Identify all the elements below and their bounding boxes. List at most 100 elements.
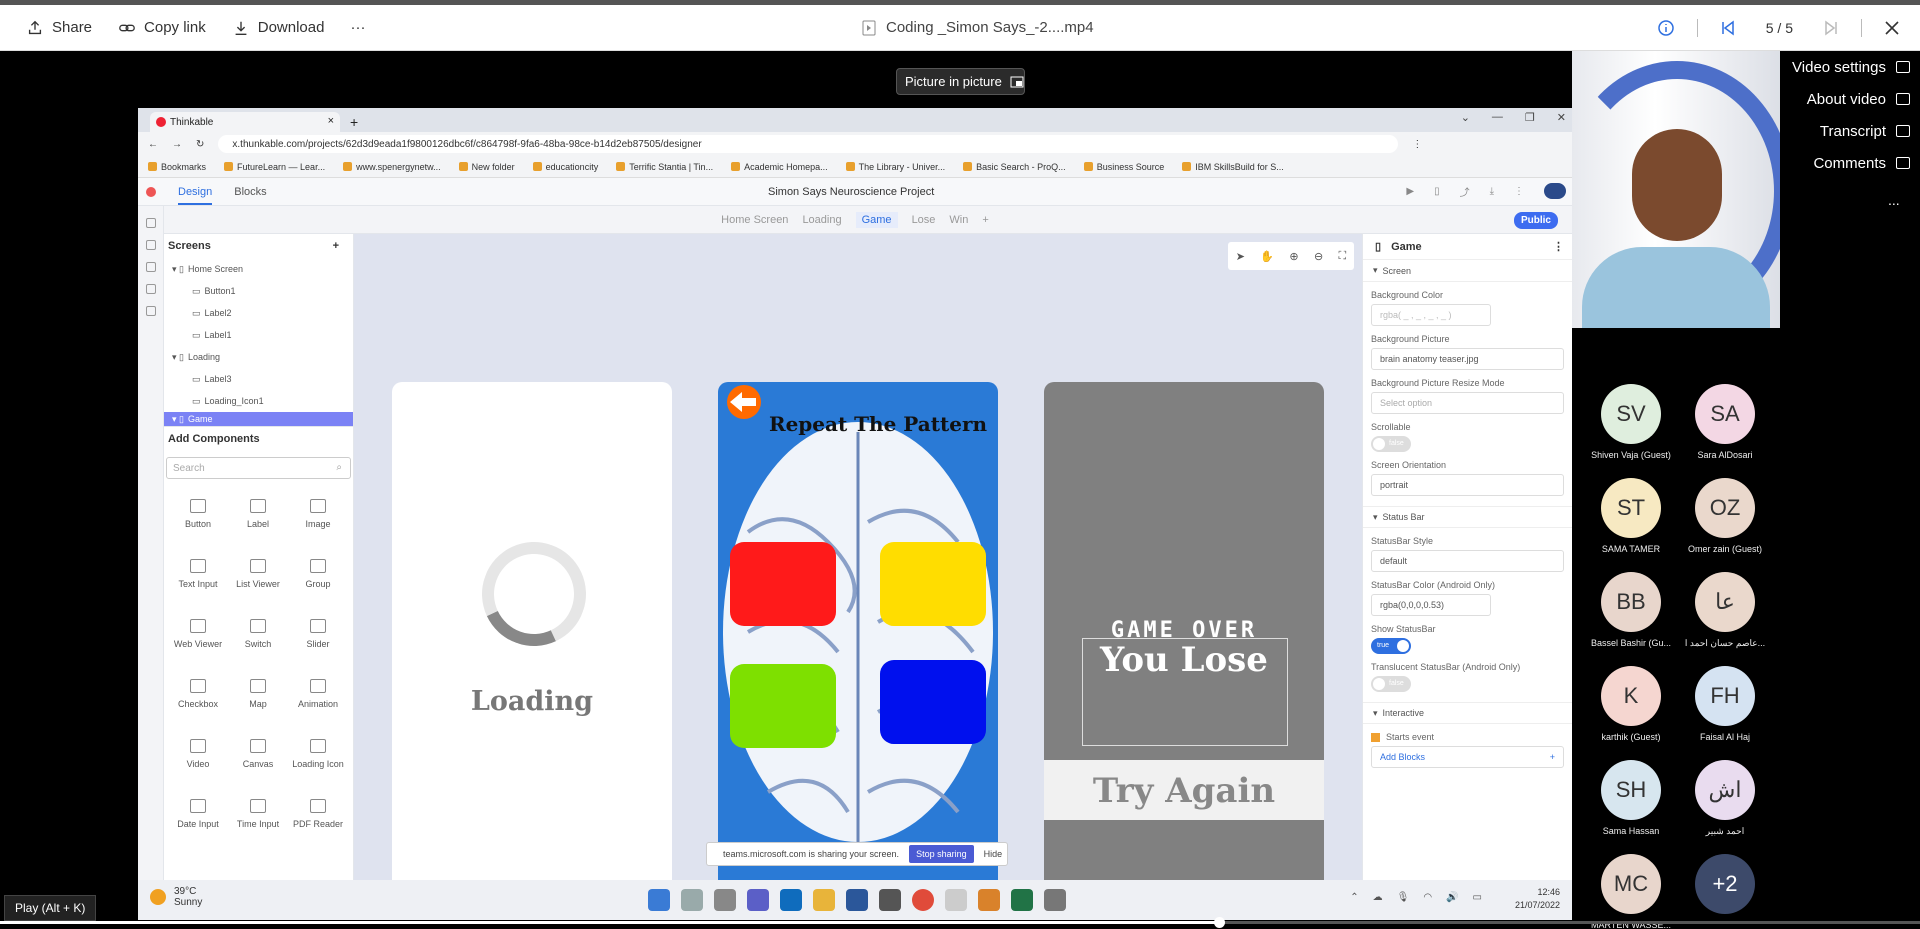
bookmark-item[interactable]: www.spenergynetw... bbox=[343, 162, 441, 172]
bookmark-item[interactable]: The Library - Univer... bbox=[845, 162, 945, 172]
participant-tile[interactable]: +2 bbox=[1680, 854, 1770, 920]
share-button[interactable]: Share bbox=[26, 19, 92, 37]
component-image[interactable]: Image bbox=[288, 485, 348, 545]
teams-icon[interactable] bbox=[747, 889, 769, 911]
app-icon[interactable] bbox=[978, 889, 1000, 911]
info-icon[interactable] bbox=[1657, 19, 1675, 37]
tree-item[interactable]: ▾ ▯ Loading bbox=[164, 346, 353, 368]
settings-icon[interactable] bbox=[1044, 889, 1066, 911]
battery-icon[interactable]: ▭ bbox=[1473, 892, 1482, 903]
tab-close-icon[interactable]: × bbox=[328, 115, 334, 127]
database-icon[interactable] bbox=[145, 240, 156, 250]
screen-tab-game[interactable]: Game bbox=[855, 211, 898, 228]
tree-item[interactable]: ▭ Label3 bbox=[164, 368, 353, 390]
hand-icon[interactable]: ✋ bbox=[1260, 250, 1274, 263]
download-button[interactable]: Download bbox=[232, 19, 324, 37]
chrome-icon[interactable] bbox=[912, 889, 934, 911]
weather-widget[interactable]: 39°C Sunny bbox=[150, 886, 202, 908]
component-switch[interactable]: Switch bbox=[228, 605, 288, 665]
calculator-icon[interactable] bbox=[879, 889, 901, 911]
task-view-icon[interactable] bbox=[714, 889, 736, 911]
component-web-viewer[interactable]: Web Viewer bbox=[168, 605, 228, 665]
bookmark-item[interactable]: New folder bbox=[458, 162, 515, 172]
taskbar-clock[interactable]: 12:46 21/07/2022 bbox=[1515, 886, 1560, 912]
select-icon[interactable]: ➤ bbox=[1236, 250, 1245, 263]
participant-tile[interactable]: OZ Omer zain (Guest) bbox=[1680, 478, 1770, 554]
assets-icon[interactable] bbox=[145, 262, 156, 272]
device-icon[interactable]: ▯ bbox=[1434, 186, 1440, 197]
bg-picture-field[interactable]: brain anatomy teaser.jpg bbox=[1371, 348, 1564, 370]
scrollable-toggle[interactable]: false bbox=[1371, 436, 1411, 452]
component-button[interactable]: Button bbox=[168, 485, 228, 545]
volume-icon[interactable]: 🔊 bbox=[1446, 892, 1458, 903]
video-progress-bar[interactable] bbox=[0, 917, 1920, 928]
side-menu-more-icon[interactable]: ... bbox=[1888, 192, 1900, 208]
tab-design[interactable]: Design bbox=[178, 186, 213, 205]
section-interactive[interactable]: ▾ Interactive bbox=[1363, 702, 1572, 724]
minimize-icon[interactable]: — bbox=[1492, 111, 1503, 124]
progress-knob[interactable] bbox=[1214, 917, 1226, 928]
section-status-bar[interactable]: ▾ Status Bar bbox=[1363, 506, 1572, 528]
component-video[interactable]: Video bbox=[168, 725, 228, 785]
back-icon[interactable]: ← bbox=[148, 139, 158, 150]
component-pdf-reader[interactable]: PDF Reader bbox=[288, 785, 348, 845]
phone-loading-screen[interactable]: Loading bbox=[392, 382, 672, 880]
kebab-icon[interactable]: ⋮ bbox=[1553, 240, 1564, 253]
avatar[interactable] bbox=[1544, 183, 1566, 199]
tree-item[interactable]: ▭ Label2 bbox=[164, 302, 353, 324]
help-icon[interactable] bbox=[145, 306, 156, 316]
participant-tile[interactable]: FH Faisal Al Haj bbox=[1680, 666, 1770, 742]
tree-item[interactable]: ▾ ▯ Home Screen bbox=[164, 258, 353, 280]
section-screen[interactable]: ▾ Screen bbox=[1363, 260, 1572, 282]
transcript-button[interactable]: Transcript bbox=[1780, 115, 1920, 147]
green-pattern-button[interactable] bbox=[730, 664, 836, 748]
bookmark-item[interactable]: Terrific Stantia | Tin... bbox=[616, 162, 713, 172]
try-again-button[interactable]: Try Again bbox=[1044, 760, 1324, 820]
participant-tile[interactable]: اش احمد شبير bbox=[1680, 760, 1770, 837]
play-button[interactable]: Play (Alt + K) bbox=[4, 895, 97, 921]
phone-lose-screen[interactable]: GAME OVER You Lose Try Again bbox=[1044, 382, 1324, 880]
device-icon[interactable] bbox=[145, 218, 156, 228]
bookmark-item[interactable]: IBM SkillsBuild for S... bbox=[1182, 162, 1284, 172]
settings-icon[interactable] bbox=[145, 284, 156, 294]
statusbar-color-field[interactable]: rgba(0,0,0,0.53) bbox=[1371, 594, 1491, 616]
component-group[interactable]: Group bbox=[288, 545, 348, 605]
video-settings-button[interactable]: Video settings bbox=[1780, 51, 1920, 83]
browser-tab[interactable]: Thinkable × bbox=[150, 112, 340, 132]
resize-mode-select[interactable]: Select option bbox=[1371, 392, 1564, 414]
participant-tile[interactable]: ST SAMA TAMER bbox=[1586, 478, 1676, 554]
blue-pattern-button[interactable] bbox=[880, 660, 986, 744]
design-canvas[interactable]: ➤ ✋ ⊕ ⊖ ⛶ Loading Repeat The Pattern GAM… bbox=[354, 234, 1362, 880]
chevron-up-icon[interactable]: ⌃ bbox=[1350, 892, 1358, 903]
tree-item[interactable]: ▾ ▯ Game bbox=[164, 412, 353, 426]
play-preview-icon[interactable]: ▶ bbox=[1406, 186, 1414, 197]
screen-tab-home[interactable]: Home Screen bbox=[721, 214, 788, 226]
statusbar-style-select[interactable]: default bbox=[1371, 550, 1564, 572]
participant-tile[interactable]: SV Shiven Vaja (Guest) bbox=[1586, 384, 1676, 460]
translucent-toggle[interactable]: false bbox=[1371, 676, 1411, 692]
download-project-icon[interactable]: ⤓ bbox=[1490, 186, 1494, 197]
tree-item[interactable]: ▭ Label1 bbox=[164, 324, 353, 346]
component-animation[interactable]: Animation bbox=[288, 665, 348, 725]
orientation-select[interactable]: portrait bbox=[1371, 474, 1564, 496]
comments-button[interactable]: Comments bbox=[1780, 147, 1920, 179]
component-slider[interactable]: Slider bbox=[288, 605, 348, 665]
component-date-input[interactable]: Date Input bbox=[168, 785, 228, 845]
new-tab-icon[interactable]: + bbox=[350, 114, 358, 130]
bookmark-item[interactable]: Basic Search - ProQ... bbox=[963, 162, 1066, 172]
participant-tile[interactable]: MC MARTEN WASSE... bbox=[1586, 854, 1676, 929]
add-blocks-button[interactable]: Add Blocks + bbox=[1371, 746, 1564, 768]
screen-tab-lose[interactable]: Lose bbox=[912, 214, 936, 226]
reload-icon[interactable]: ↻ bbox=[196, 139, 204, 150]
components-search-input[interactable]: Search ⌕ bbox=[166, 457, 351, 479]
cloud-icon[interactable]: ☁ bbox=[1373, 892, 1383, 903]
menu-dots-icon[interactable]: ⋮ bbox=[1514, 186, 1524, 197]
phone-game-screen[interactable]: Repeat The Pattern bbox=[718, 382, 998, 880]
participant-tile[interactable]: BB Bassel Bashir (Gu... bbox=[1586, 572, 1676, 648]
show-statusbar-toggle[interactable]: true bbox=[1371, 638, 1411, 654]
chevron-down-icon[interactable]: ⌄ bbox=[1461, 111, 1470, 124]
component-list-viewer[interactable]: List Viewer bbox=[228, 545, 288, 605]
component-map[interactable]: Map bbox=[228, 665, 288, 725]
copy-link-button[interactable]: Copy link bbox=[118, 19, 206, 37]
bg-color-field[interactable]: rgba( _ , _ , _ , _ ) bbox=[1371, 304, 1491, 326]
